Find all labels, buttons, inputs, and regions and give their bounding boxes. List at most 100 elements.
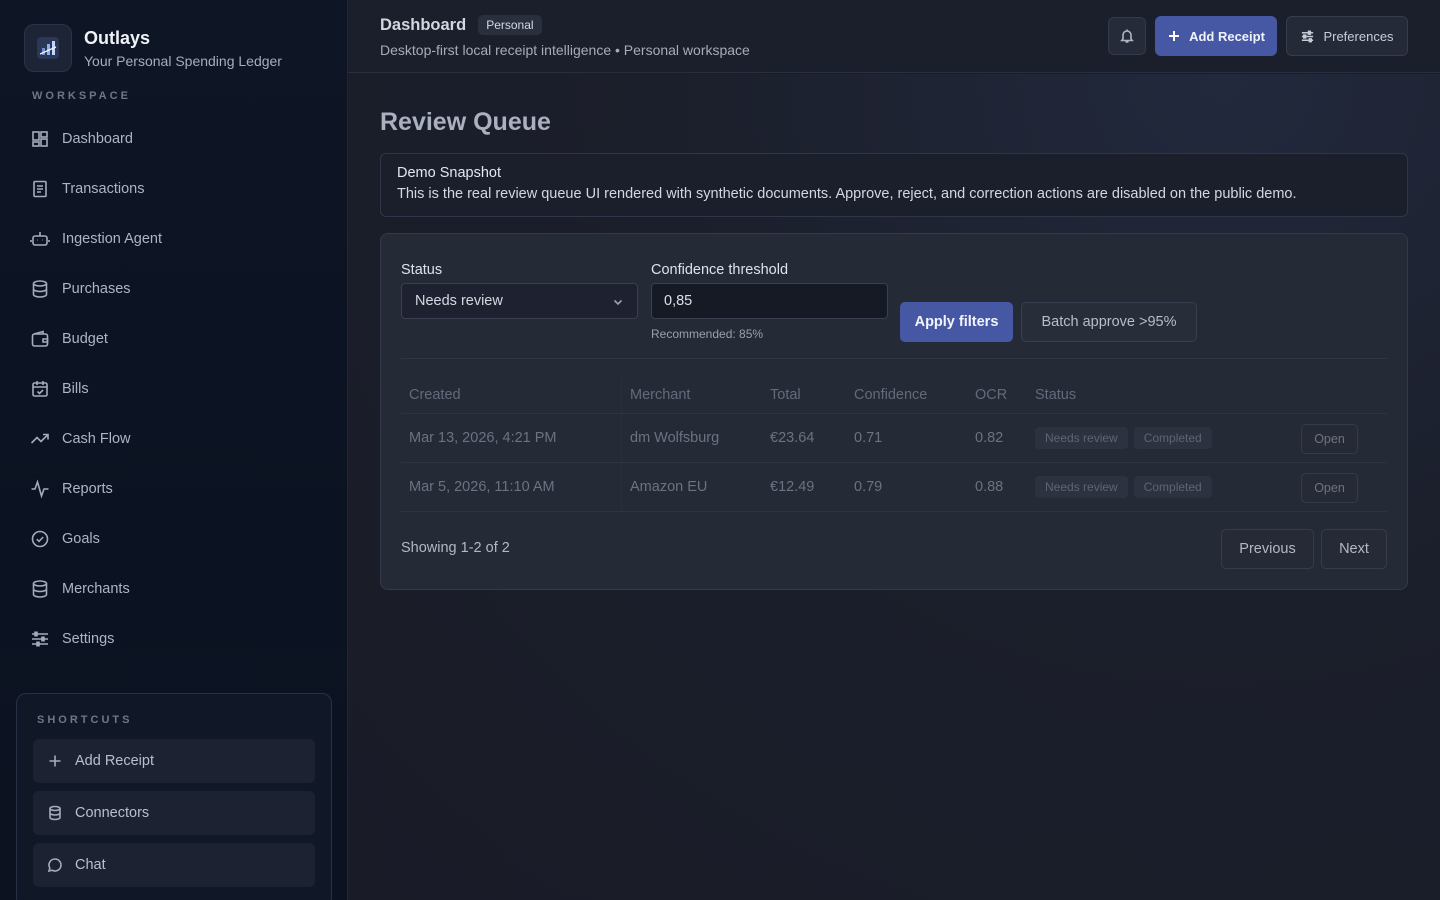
sidebar: Outlays Your Personal Spending Ledger WO…: [0, 0, 348, 900]
sidebar-item-label: Bills: [62, 381, 89, 397]
threshold-hint: Recommended: 85%: [651, 327, 764, 341]
sidebar-item-dashboard[interactable]: Dashboard: [16, 114, 332, 164]
shortcut-label: Chat: [75, 857, 106, 873]
sidebar-item-label: Ingestion Agent: [62, 231, 162, 247]
sidebar-item-label: Purchases: [62, 281, 131, 297]
header-confidence: Confidence: [854, 387, 928, 403]
sidebar-item-label: Dashboard: [62, 131, 133, 147]
document-icon: [33, 180, 47, 198]
sliders-icon: [1302, 30, 1314, 42]
sidebar-item-budget[interactable]: Budget: [16, 314, 332, 364]
previous-button[interactable]: Previous: [1221, 529, 1314, 569]
sidebar-item-goals[interactable]: Goals: [16, 514, 332, 564]
batch-approve-button[interactable]: Batch approve >95%: [1021, 302, 1197, 342]
review-table: Created Merchant Total Confidence OCR St…: [401, 377, 1387, 512]
robot-icon: [30, 232, 50, 246]
app-logo-icon: [24, 24, 72, 72]
status-badge: Completed: [1133, 427, 1212, 449]
shortcut-label: Connectors: [75, 805, 150, 821]
shortcuts-title: SHORTCUTS: [37, 714, 133, 726]
column-separator: [621, 414, 622, 462]
sidebar-item-merchants[interactable]: Merchants: [16, 564, 332, 614]
confidence-threshold-input[interactable]: 0,85: [651, 283, 888, 319]
header-total: Total: [770, 387, 801, 403]
sidebar-item-label: Merchants: [62, 581, 130, 597]
status-select-value: Needs review: [415, 293, 503, 309]
shortcut-add-receipt-button[interactable]: Add Receipt: [33, 739, 315, 783]
shortcut-connectors-button[interactable]: Connectors: [33, 791, 315, 835]
sidebar-item-reports[interactable]: Reports: [16, 464, 332, 514]
sidebar-item-settings[interactable]: Settings: [16, 614, 332, 664]
header-title: Dashboard: [380, 15, 467, 34]
workspace-section-label: WORKSPACE: [32, 90, 131, 102]
top-header: Dashboard Personal Desktop-first local r…: [348, 0, 1440, 73]
sidebar-item-ingestion-agent[interactable]: Ingestion Agent: [16, 214, 332, 264]
preferences-button[interactable]: Preferences: [1286, 16, 1408, 56]
shortcut-chat-button[interactable]: Chat: [33, 843, 315, 887]
database-icon: [32, 580, 48, 598]
header-ocr: OCR: [975, 387, 1008, 403]
sidebar-item-label: Cash Flow: [62, 431, 131, 447]
header-merchant: Merchant: [630, 387, 691, 403]
preferences-label: Preferences: [1323, 28, 1394, 44]
header-created: Created: [409, 387, 461, 403]
threshold-value: 0,85: [664, 293, 693, 309]
sidebar-item-cash-flow[interactable]: Cash Flow: [16, 414, 332, 464]
status-select[interactable]: Needs review: [401, 283, 638, 319]
status-badge: Needs review: [1035, 427, 1128, 449]
status-badge: Completed: [1133, 476, 1212, 498]
status-badge: Needs review: [1035, 476, 1128, 498]
check-circle-icon: [31, 530, 49, 548]
grid-icon: [32, 131, 48, 147]
calendar-check-icon: [32, 381, 48, 397]
next-button[interactable]: Next: [1321, 529, 1387, 569]
database-icon: [49, 805, 61, 821]
header-subtitle: Desktop-first local receipt intelligence…: [380, 42, 750, 58]
table-row[interactable]: Mar 13, 2026, 4:21 PM dm Wolfsburg €23.6…: [401, 414, 1387, 463]
table-header: Created Merchant Total Confidence OCR St…: [401, 377, 1387, 414]
trending-up-icon: [30, 433, 49, 444]
cell-status: Needs review Completed: [1035, 414, 1218, 462]
brand[interactable]: Outlays Your Personal Spending Ledger: [24, 24, 282, 72]
notifications-button[interactable]: [1108, 17, 1146, 55]
sidebar-item-label: Budget: [62, 331, 108, 347]
apply-filters-button[interactable]: Apply filters: [900, 302, 1013, 342]
sidebar-item-purchases[interactable]: Purchases: [16, 264, 332, 314]
brand-name: Outlays: [84, 27, 151, 48]
page-title: Review Queue: [380, 108, 551, 136]
sidebar-item-label: Transactions: [62, 181, 145, 197]
pagination-summary: Showing 1-2 of 2: [401, 540, 510, 556]
threshold-label: Confidence threshold: [651, 262, 789, 278]
column-separator: [621, 377, 622, 413]
status-label: Status: [401, 262, 443, 278]
chat-bubble-icon: [47, 858, 62, 873]
sidebar-item-label: Settings: [62, 631, 115, 647]
cell-created: Mar 13, 2026, 4:21 PM: [409, 430, 557, 446]
cell-total: €12.49: [770, 479, 815, 495]
sidebar-nav: Dashboard Transactions Ingestion Agent P…: [16, 114, 332, 664]
sidebar-item-bills[interactable]: Bills: [16, 364, 332, 414]
plus-icon: [49, 755, 61, 767]
brand-tagline: Your Personal Spending Ledger: [84, 52, 282, 69]
cell-status: Needs review Completed: [1035, 463, 1218, 511]
header-status: Status: [1035, 387, 1077, 403]
table-row[interactable]: Mar 5, 2026, 11:10 AM Amazon EU €12.49 0…: [401, 463, 1387, 512]
review-queue-panel: Status Needs review Confidence threshold…: [380, 233, 1408, 590]
cell-total: €23.64: [770, 430, 815, 446]
notice-body: This is the real review queue UI rendere…: [397, 186, 1297, 202]
plus-icon: [1169, 31, 1180, 41]
chevron-down-icon: [613, 299, 623, 306]
sidebar-item-label: Reports: [62, 481, 113, 497]
cell-created: Mar 5, 2026, 11:10 AM: [409, 479, 555, 495]
cell-confidence: 0.79: [854, 479, 883, 495]
database-icon: [32, 280, 48, 298]
sidebar-item-transactions[interactable]: Transactions: [16, 164, 332, 214]
open-button[interactable]: Open: [1301, 473, 1358, 503]
cell-merchant: dm Wolfsburg: [630, 430, 720, 446]
add-receipt-button[interactable]: Add Receipt: [1155, 16, 1277, 56]
cell-ocr: 0.82: [975, 430, 1004, 446]
open-button[interactable]: Open: [1301, 424, 1358, 454]
bell-icon: [1120, 29, 1134, 43]
cell-confidence: 0.71: [854, 430, 883, 446]
add-receipt-label: Add Receipt: [1189, 28, 1265, 44]
